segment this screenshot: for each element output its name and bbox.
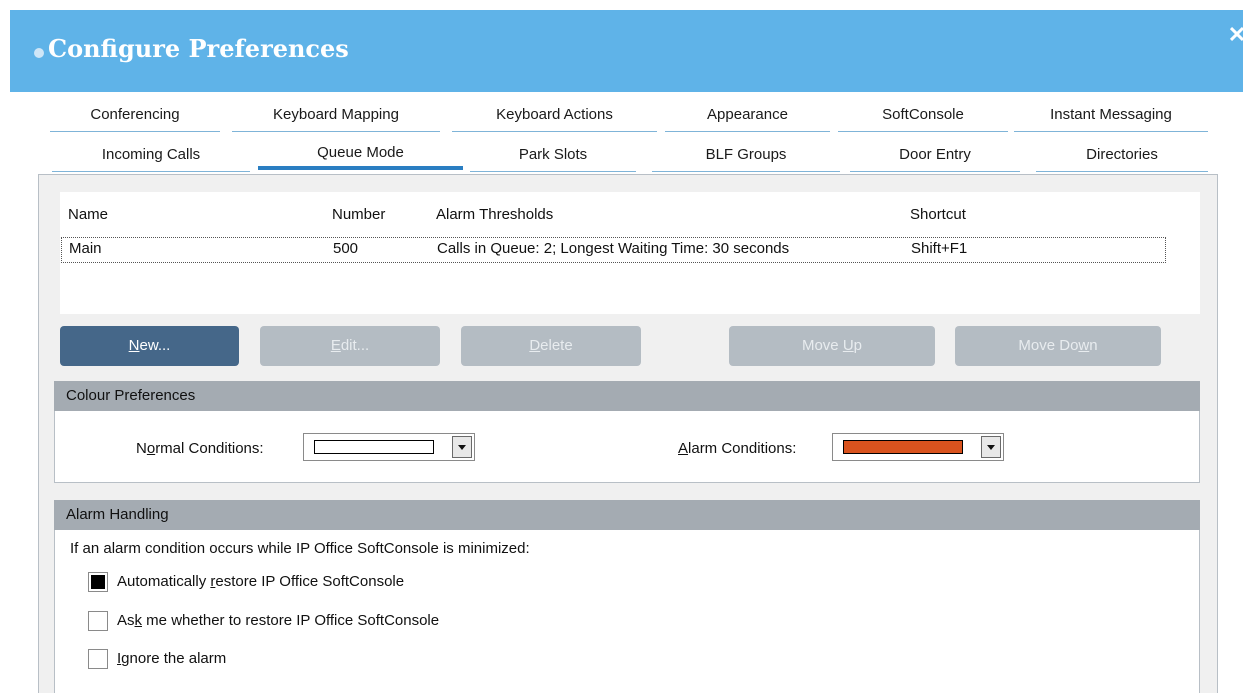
move-down-button-label-end: n [1089, 337, 1098, 354]
restore-automatically-radio[interactable] [88, 572, 108, 592]
alarm-handling-body: If an alarm condition occurs while IP Of… [54, 530, 1200, 693]
ignore-alarm-radio[interactable] [88, 649, 108, 669]
ignore-alarm-label[interactable]: Ignore the alarm [117, 650, 226, 667]
tab-keyboard-mapping[interactable]: Keyboard Mapping [232, 100, 440, 132]
option-label-pre: As [117, 612, 135, 629]
normal-label-post: rmal Conditions: [155, 440, 264, 457]
tab-appearance[interactable]: Appearance [665, 100, 830, 132]
column-header-alarm-thresholds[interactable]: Alarm Thresholds [436, 206, 553, 223]
delete-button-mnemonic: D [529, 337, 541, 354]
title-bullet-icon [34, 48, 44, 58]
normal-conditions-label: Normal Conditions: [136, 440, 264, 457]
normal-label-mnemonic: o [146, 440, 156, 457]
alarm-conditions-label: Alarm Conditions: [678, 440, 796, 457]
chevron-down-icon[interactable] [981, 436, 1001, 458]
close-icon[interactable]: ✕ [1226, 24, 1243, 46]
column-header-number[interactable]: Number [332, 206, 385, 223]
delete-button-label: elete [540, 337, 573, 354]
tab-conferencing[interactable]: Conferencing [50, 100, 220, 132]
tab-directories[interactable]: Directories [1036, 140, 1208, 172]
edit-button-mnemonic: E [330, 337, 341, 354]
new-button[interactable]: New... [60, 326, 239, 366]
tab-instant-messaging[interactable]: Instant Messaging [1014, 100, 1208, 132]
normal-label-pre: N [136, 440, 147, 457]
move-up-button-mnemonic: U [842, 337, 854, 354]
tab-softconsole[interactable]: SoftConsole [838, 100, 1008, 132]
tab-keyboard-actions[interactable]: Keyboard Actions [452, 100, 657, 132]
restore-automatically-label[interactable]: Automatically restore IP Office SoftCons… [117, 573, 404, 590]
move-up-button[interactable]: Move Up [729, 326, 935, 366]
column-header-shortcut[interactable]: Shortcut [910, 206, 966, 223]
colour-preferences-body: Normal Conditions: Alarm Conditions: [54, 411, 1200, 483]
alarm-label-mnemonic: A [678, 440, 689, 457]
alarm-label-post: larm Conditions: [688, 440, 797, 457]
tab-park-slots[interactable]: Park Slots [470, 140, 636, 172]
alarm-handling-header: Alarm Handling [54, 500, 1200, 530]
queue-shortcut-cell: Shift+F1 [911, 240, 968, 257]
option-label-pre: Automatically [117, 573, 211, 590]
move-up-button-label: Move [801, 337, 843, 354]
move-down-button-mnemonic: w [1078, 337, 1090, 354]
tab-door-entry[interactable]: Door Entry [850, 140, 1020, 172]
edit-button[interactable]: Edit... [260, 326, 440, 366]
option-label-post: gnore the alarm [121, 650, 227, 667]
chevron-down-icon[interactable] [452, 436, 472, 458]
colour-preferences-header: Colour Preferences [54, 381, 1200, 411]
new-button-label: ew... [139, 337, 171, 354]
delete-button[interactable]: Delete [461, 326, 641, 366]
new-button-mnemonic: N [128, 337, 140, 354]
normal-colour-swatch [314, 440, 434, 454]
tab-blf-groups[interactable]: BLF Groups [652, 140, 840, 172]
edit-button-label: dit... [340, 337, 370, 354]
ask-before-restore-radio[interactable] [88, 611, 108, 631]
move-up-button-label-end: p [853, 337, 863, 354]
option-label-post: me whether to restore IP Office SoftCons… [142, 612, 440, 629]
move-down-button[interactable]: Move Down [955, 326, 1161, 366]
normal-conditions-colour-select[interactable] [303, 433, 475, 461]
alarm-handling-intro: If an alarm condition occurs while IP Of… [70, 540, 530, 557]
alarm-colour-swatch [843, 440, 963, 454]
move-down-button-label: Move Do [1018, 337, 1079, 354]
window-title: Configure Preferences [48, 34, 349, 63]
alarm-conditions-colour-select[interactable] [832, 433, 1004, 461]
title-bar: Configure Preferences ✕ [10, 10, 1243, 92]
queue-list: Name Number Alarm Thresholds Shortcut Ma… [60, 192, 1200, 314]
queue-thresholds-cell: Calls in Queue: 2; Longest Waiting Time:… [437, 240, 790, 257]
tab-queue-mode[interactable]: Queue Mode [258, 138, 463, 170]
table-row[interactable]: Main 500 Calls in Queue: 2; Longest Wait… [61, 237, 1166, 263]
queue-name-cell: Main [69, 240, 102, 257]
tab-incoming-calls[interactable]: Incoming Calls [52, 140, 250, 172]
queue-number-cell: 500 [333, 240, 359, 257]
option-label-mnemonic: k [134, 612, 143, 629]
ask-before-restore-label[interactable]: Ask me whether to restore IP Office Soft… [117, 612, 439, 629]
column-header-name[interactable]: Name [68, 206, 108, 223]
option-label-post: estore IP Office SoftConsole [215, 573, 405, 590]
